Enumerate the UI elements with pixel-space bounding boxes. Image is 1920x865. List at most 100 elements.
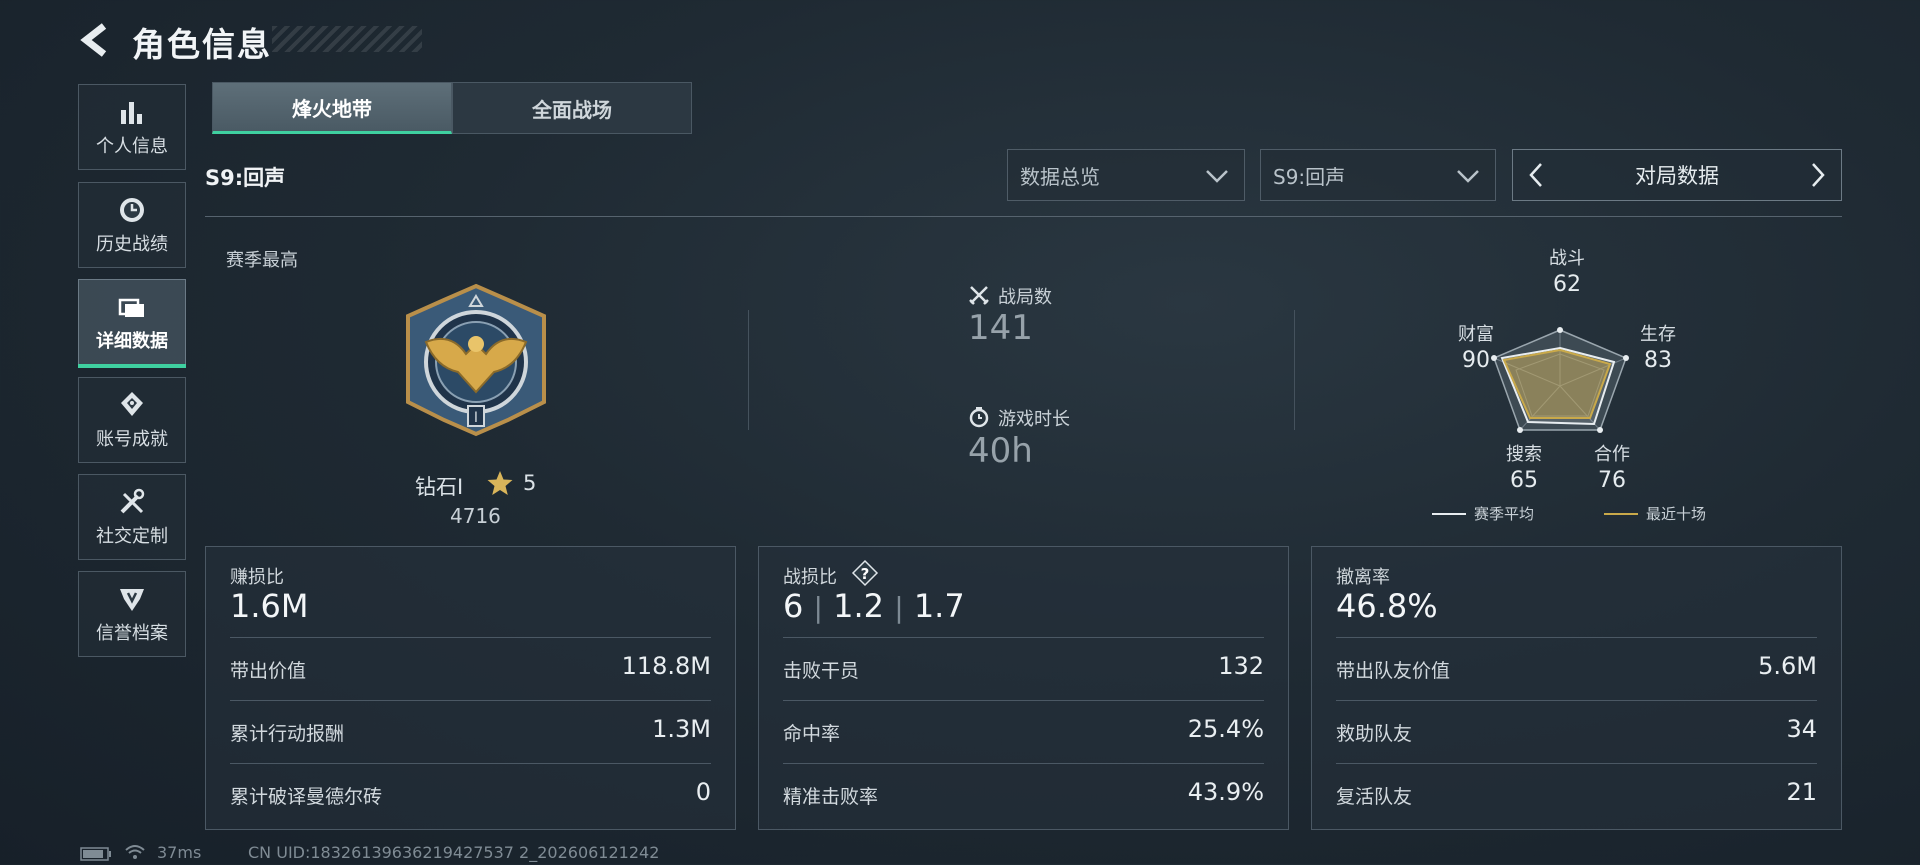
row-label: 累计破译曼德尔砖 (230, 786, 383, 808)
profit-loss-card: 赚损比 1.6M 带出价值 118.8M 累计行动报酬 1.3M 累计破译曼德尔… (205, 546, 736, 830)
row-value: 1.3M (652, 715, 711, 743)
extraction-card: 撤离率 46.8% 带出队友价值 5.6M 救助队友 34 复活队友 21 (1311, 546, 1842, 830)
sidebar-item-label: 社交定制 (96, 526, 168, 547)
ping-text: 37ms (157, 843, 202, 862)
season-label: S9:回声 (205, 166, 286, 190)
list-item: 累计行动报酬 1.3M (230, 700, 711, 763)
sidebar-item-label: 历史战绩 (96, 234, 168, 255)
legend-recent-swatch (1604, 513, 1638, 515)
season-select-value: S9:回声 (1273, 164, 1346, 189)
pager-label: 对局数据 (1635, 164, 1719, 188)
sidebar-item-details[interactable]: 详细数据 (78, 279, 186, 368)
wifi-icon (124, 843, 146, 865)
card-title: 赚损比 (230, 567, 284, 588)
sidebar-item-label: 个人信息 (96, 136, 168, 157)
rank-score: 4716 (450, 504, 501, 528)
row-value: 132 (1218, 652, 1264, 680)
rank-emblem-icon: I (396, 282, 556, 437)
kd-card: 战损比 ? 6 | 1.2 | 1.7 击败干员 132 命中率 25.4% 精… (758, 546, 1289, 830)
row-value: 34 (1786, 715, 1817, 743)
row-label: 累计行动报酬 (230, 723, 345, 745)
list-item: 累计破译曼德尔砖 0 (230, 763, 711, 826)
row-label: 击败干员 (783, 660, 860, 682)
card-main-value: 1.6M (230, 587, 309, 625)
tools-icon (116, 486, 148, 518)
divider (1294, 310, 1295, 430)
radar-axis-label: 战斗 (1549, 248, 1585, 269)
help-icon[interactable]: ? (851, 559, 879, 587)
row-value: 25.4% (1187, 715, 1264, 743)
row-value: 0 (695, 778, 711, 806)
playtime-value: 40h (968, 431, 1033, 471)
sidebar-item-achievements[interactable]: 账号成就 (78, 377, 186, 463)
radar-axis-value: 90 (1462, 348, 1490, 373)
sidebar-item-label: 详细数据 (96, 331, 168, 352)
rank-name: 钻石Ⅰ (415, 475, 464, 499)
sidebar-item-profile[interactable]: 个人信息 (78, 84, 186, 170)
row-value: 118.8M (621, 652, 711, 680)
bar-chart-icon (116, 96, 148, 128)
radar-axis-value: 62 (1553, 272, 1581, 297)
divider (205, 216, 1842, 217)
divider (748, 310, 749, 430)
playtime-label: 游戏时长 (998, 409, 1070, 430)
radar-axis-label: 搜索 (1506, 444, 1542, 465)
legend-recent-label: 最近十场 (1646, 505, 1707, 523)
view-select[interactable]: 数据总览 (1007, 149, 1245, 201)
battery-icon (80, 846, 112, 865)
list-item: 救助队友 34 (1336, 700, 1817, 763)
rank-stars: 5 (523, 471, 537, 495)
matches-label: 战局数 (998, 287, 1052, 308)
radar-axis-label: 合作 (1594, 444, 1630, 465)
list-item: 带出队友价值 5.6M (1336, 637, 1817, 700)
chevron-down-icon (1204, 165, 1230, 187)
row-value: 5.6M (1758, 652, 1817, 680)
row-value: 21 (1786, 778, 1817, 806)
list-item: 击败干员 132 (783, 637, 1264, 700)
row-label: 精准击败率 (783, 786, 879, 808)
sidebar-item-social[interactable]: 社交定制 (78, 474, 186, 560)
view-select-value: 数据总览 (1020, 164, 1100, 189)
matches-value: 141 (968, 308, 1033, 348)
row-value: 43.9% (1187, 778, 1264, 806)
card-title: 战损比 (783, 567, 837, 588)
card-main-value: 6 | 1.2 | 1.7 (783, 587, 965, 625)
card-title: 撤离率 (1336, 567, 1390, 588)
sidebar-item-label: 账号成就 (96, 429, 168, 450)
radar-axis-value: 83 (1644, 348, 1672, 373)
legend-season-swatch (1432, 513, 1466, 515)
data-pager: 对局数据 (1512, 149, 1842, 201)
back-icon[interactable] (78, 20, 112, 60)
row-label: 救助队友 (1336, 723, 1413, 745)
row-label: 带出价值 (230, 660, 307, 682)
season-select[interactable]: S9:回声 (1260, 149, 1496, 201)
tab-beacon-zone[interactable]: 烽火地带 (212, 82, 452, 134)
emblem-icon (116, 583, 148, 615)
separator: | (894, 591, 904, 624)
list-item: 带出价值 118.8M (230, 637, 711, 700)
folder-icon (116, 291, 148, 323)
page-title: 角色信息 (132, 25, 272, 64)
radar-axis-label: 生存 (1640, 324, 1676, 345)
crossed-swords-icon (968, 284, 990, 306)
chevron-down-icon (1455, 165, 1481, 187)
chevron-left-icon[interactable] (1513, 150, 1559, 200)
list-item: 复活队友 21 (1336, 763, 1817, 826)
achievement-icon (116, 389, 148, 421)
clock-icon (116, 194, 148, 226)
card-main-value: 46.8% (1336, 587, 1438, 625)
sidebar-item-reputation[interactable]: 信誉档案 (78, 571, 186, 657)
list-item: 命中率 25.4% (783, 700, 1264, 763)
season-high-title: 赛季最高 (226, 250, 298, 271)
tab-full-battlefield[interactable]: 全面战场 (452, 82, 692, 134)
row-label: 命中率 (783, 723, 841, 745)
row-label: 带出队友价值 (1336, 660, 1451, 682)
star-icon (486, 469, 514, 497)
sidebar-item-label: 信誉档案 (96, 623, 168, 644)
separator: | (813, 591, 823, 624)
chevron-right-icon[interactable] (1795, 150, 1841, 200)
sidebar-item-history[interactable]: 历史战绩 (78, 182, 186, 268)
radar-axis-value: 76 (1598, 468, 1626, 493)
svg-text:?: ? (861, 565, 870, 583)
uid-text: CN UID:18326139636219427537 2_2026061212… (248, 843, 660, 862)
